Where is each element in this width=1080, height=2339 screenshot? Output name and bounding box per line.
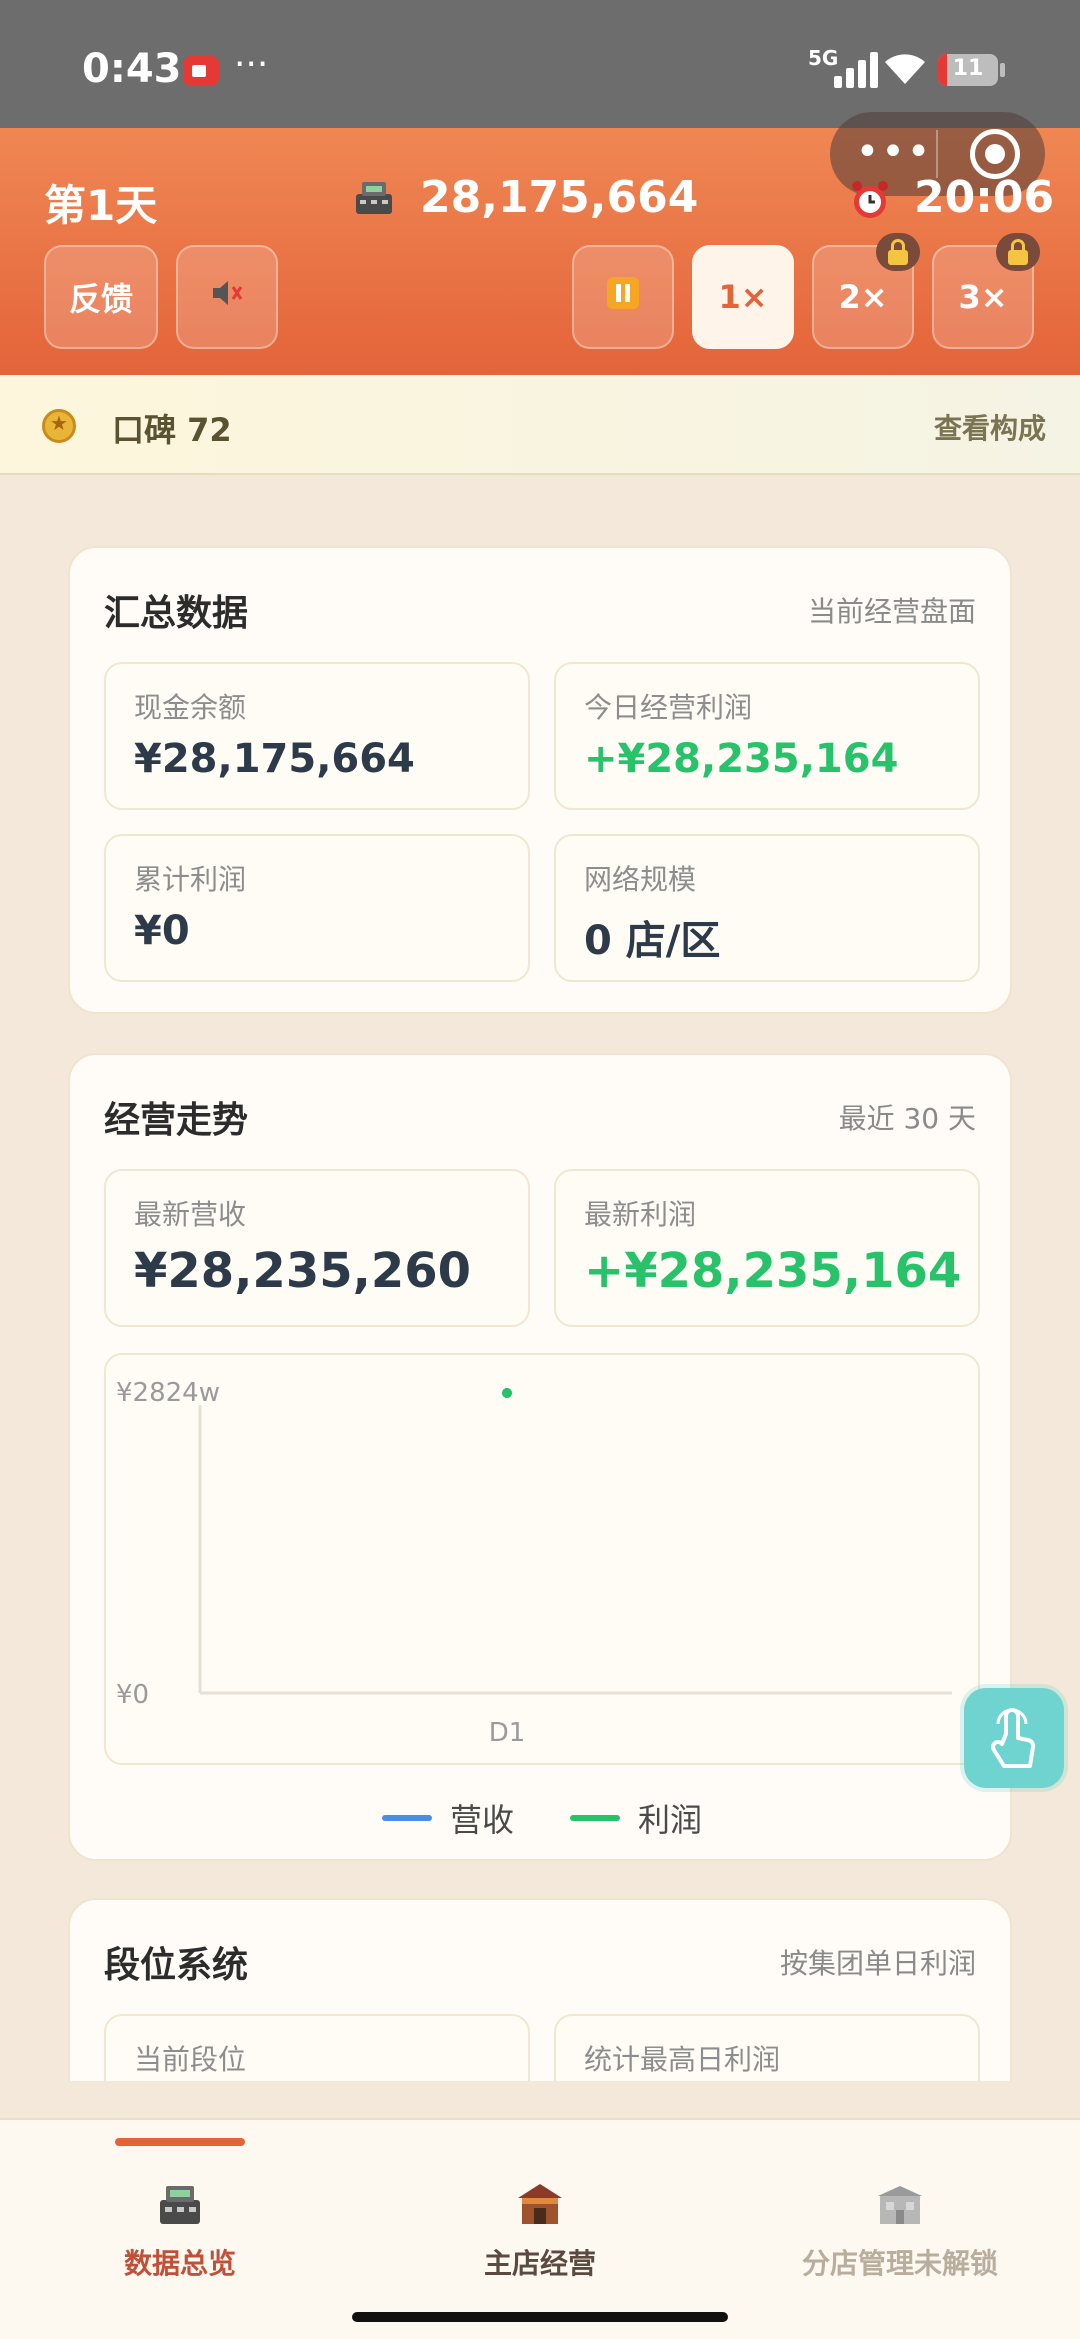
screen-record-icon [183, 56, 219, 86]
active-tab-indicator [115, 2138, 245, 2146]
pause-button[interactable] [572, 245, 674, 349]
nav-item-main-store[interactable]: 主店经营 [390, 2180, 690, 2282]
signal-icon [834, 52, 884, 88]
mute-button[interactable] [176, 245, 278, 349]
legend-label: 利润 [638, 1801, 703, 1839]
nav-label: 数据总览 [123, 2247, 236, 2280]
legend-item-revenue: 营收 [381, 1795, 514, 1841]
speed-3x-button[interactable]: 3× [932, 233, 1040, 349]
tile-value: ¥28,235,260 [134, 1243, 472, 1299]
tile-label: 最新营收 [134, 1198, 247, 1231]
nav-item-branch-locked[interactable]: 分店管理未解锁 [750, 2180, 1050, 2282]
tile-value: ¥0 [134, 908, 190, 954]
trend-subtitle: 最近 30 天 [838, 1102, 976, 1135]
lock-icon [996, 233, 1040, 271]
latest-revenue-tile: 最新营收 ¥28,235,260 [104, 1169, 530, 1327]
trend-title: 经营走势 [104, 1100, 249, 1141]
tile-label: 今日经营利润 [584, 691, 753, 724]
battery-level: 11 [952, 56, 984, 81]
lock-icon [876, 233, 920, 271]
tile-label: 当前段位 [134, 2043, 247, 2076]
tile-value: +¥28,235,164 [584, 1243, 962, 1299]
nav-label: 主店经营 [483, 2247, 596, 2280]
tile-label: 网络规模 [584, 863, 697, 896]
cash-amount: 28,175,664 [420, 172, 699, 223]
scroll-viewport: 段位系统 按集团单日利润 当前段位 统计最高日利润 [0, 1880, 1080, 2081]
trend-chart-svg: ¥2824w ¥0 D1 [116, 1378, 952, 1748]
summary-card: 汇总数据 当前经营盘面 现金余额 ¥28,175,664 今日经营利润 +¥28… [68, 546, 1012, 1014]
cash-register-icon [154, 2180, 206, 2228]
y-tick-label: ¥0 [116, 1680, 149, 1710]
today-profit-tile: 今日经营利润 +¥28,235,164 [554, 662, 980, 810]
status-time: 0:43 [82, 46, 182, 92]
day-counter: 第1天 [44, 181, 158, 230]
current-rank-tile: 当前段位 [104, 2014, 530, 2081]
tile-label: 最新利润 [584, 1198, 697, 1231]
touch-assist-button[interactable] [964, 1688, 1064, 1788]
cash-register-icon [352, 178, 396, 218]
data-point-profit [502, 1388, 512, 1399]
tile-label: 累计利润 [134, 863, 247, 896]
speed-3x-label: 3× [958, 278, 1008, 316]
trend-card: 经营走势 最近 30 天 最新营收 ¥28,235,260 最新利润 +¥28,… [68, 1053, 1012, 1861]
tile-value: 0 店/区 [584, 918, 721, 964]
latest-profit-tile: 最新利润 +¥28,235,164 [554, 1169, 980, 1327]
speed-1x-button[interactable]: 1× [692, 245, 794, 349]
chart-legend: 营收 利润 [70, 1795, 1014, 1841]
rank-subtitle: 按集团单日利润 [779, 1947, 976, 1980]
nav-label: 分店管理未解锁 [801, 2247, 998, 2280]
network-scale-tile: 网络规模 0 店/区 [554, 834, 980, 982]
trend-chart: ¥2824w ¥0 D1 [104, 1353, 980, 1765]
reputation-score: 口碑 72 [112, 411, 232, 449]
wifi-icon [880, 50, 930, 95]
nav-item-overview[interactable]: 数据总览 [30, 2180, 330, 2282]
game-clock: 20:06 [914, 172, 1055, 223]
view-composition-link[interactable]: 查看构成 [934, 407, 1046, 447]
alarm-clock-icon [848, 178, 892, 232]
summary-subtitle: 当前经营盘面 [807, 595, 976, 628]
game-header: ••• 第1天 28,175,664 20:06 反馈 1× 2× 3× [0, 112, 1080, 375]
home-indicator [352, 2312, 728, 2322]
cash-balance-tile: 现金余额 ¥28,175,664 [104, 662, 530, 810]
legend-label: 营收 [449, 1801, 514, 1839]
speed-2x-label: 2× [838, 278, 888, 316]
tile-value: +¥28,235,164 [584, 736, 899, 782]
tile-label: 统计最高日利润 [584, 2043, 781, 2076]
max-daily-profit-tile: 统计最高日利润 [554, 2014, 980, 2081]
y-tick-label: ¥2824w [116, 1378, 220, 1408]
x-tick-label: D1 [489, 1718, 526, 1748]
total-profit-tile: 累计利润 ¥0 [104, 834, 530, 982]
rank-title: 段位系统 [104, 1945, 249, 1986]
feedback-button[interactable]: 反馈 [44, 245, 158, 349]
capsule-more-button[interactable]: ••• [854, 130, 934, 178]
tap-gesture-icon [991, 1708, 1036, 1768]
speaker-muted-icon [209, 275, 245, 319]
rank-card: 段位系统 按集团单日利润 当前段位 统计最高日利润 [68, 1898, 1012, 2081]
restaurant-shop-icon [514, 2180, 566, 2228]
branch-building-icon [874, 2180, 926, 2228]
reputation-medal-icon [42, 409, 76, 443]
bottom-nav: 数据总览 主店经营 分店管理未解锁 [0, 2118, 1080, 2339]
reputation-bar: 口碑 72 查看构成 [0, 375, 1080, 475]
battery-icon: 11 [938, 54, 998, 86]
summary-title: 汇总数据 [104, 593, 249, 634]
tile-label: 现金余额 [134, 691, 247, 724]
status-bar: 0:43 ··· 5G 11 [0, 0, 1080, 128]
legend-item-profit: 利润 [570, 1795, 702, 1841]
speed-2x-button[interactable]: 2× [812, 233, 920, 349]
pause-icon [605, 275, 641, 319]
more-notifications-icon: ··· [234, 44, 269, 85]
tile-value: ¥28,175,664 [134, 736, 415, 782]
chart-points [502, 1388, 512, 1399]
